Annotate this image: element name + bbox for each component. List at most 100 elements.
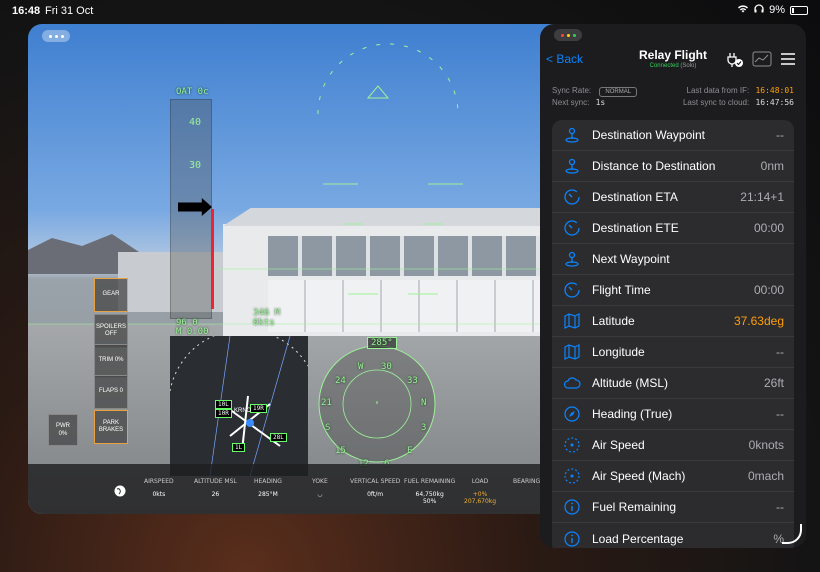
data-row-altitude-msl[interactable]: Altitude (MSL) 26ft [552, 368, 794, 399]
data-row-heading-true[interactable]: Heading (True) -- [552, 399, 794, 430]
data-row-flight-time[interactable]: Flight Time 00:00 [552, 275, 794, 306]
last-sync-row: Last sync to cloud: 16:47:56 [682, 98, 794, 107]
next-sync-row: Next sync: 1s [552, 98, 606, 107]
status-bar: 16:48 Fri 31 Oct 9% [0, 0, 820, 22]
compass-label: 24 [335, 376, 346, 386]
row-value: 0knots [748, 438, 784, 452]
sync-rate-badge[interactable]: NORMAL [599, 87, 638, 97]
yoke-readout: YOKE ◡ [312, 478, 328, 498]
data-list: Destination Waypoint -- Distance to Destin… [552, 120, 794, 548]
speed-tick: 40 [189, 117, 202, 128]
map-icon [552, 312, 592, 330]
data-row-air-speed[interactable]: Air Speed 0knots [552, 430, 794, 461]
sim-window[interactable]: OAT 0c 40 30 346 M 0kts 96 0 M 0.00 GEAR… [28, 24, 568, 514]
gear-button[interactable]: GEAR [94, 278, 128, 312]
compass-label: 15 [335, 446, 346, 456]
row-value: 00:00 [753, 283, 784, 297]
row-label: Flight Time [592, 283, 651, 297]
row-label: Next Waypoint [592, 252, 670, 266]
wifi-icon [737, 4, 749, 16]
battery-icon [790, 5, 808, 15]
timer-icon [552, 219, 592, 237]
globe-icon[interactable] [114, 484, 126, 502]
row-label: Heading (True) [592, 407, 673, 421]
relay-flight-panel: < Back Relay Flight Connected (Solo) Syn… [540, 24, 806, 548]
data-row-destination-eta[interactable]: Destination ETA 21:14+1 [552, 182, 794, 213]
data-row-destination-ete[interactable]: Destination ETE 00:00 [552, 213, 794, 244]
last-data-row: Last data from IF: 16:48:01 [686, 86, 794, 95]
altitude-readout: 346 M [253, 308, 281, 318]
fuel-remaining-readout: FUEL REMAINING 64,750kg 50% [404, 478, 456, 505]
row-value: 00:00 [753, 221, 784, 235]
info-icon [552, 530, 592, 548]
oat-readout: OAT 0c [176, 87, 209, 97]
row-label: Air Speed [592, 438, 645, 452]
flaps-button[interactable]: FLAPS 0 [94, 375, 128, 409]
heading-box: 285° [367, 337, 397, 349]
compass-label: S [325, 423, 331, 433]
compass-label: W [358, 362, 364, 372]
spoilers-button[interactable]: SPOILERS OFF [94, 314, 128, 348]
compass-label: N [421, 398, 427, 408]
data-row-air-speed-mach[interactable]: Air Speed (Mach) 0mach [552, 461, 794, 492]
data-row-load-percentage[interactable]: Load Percentage% [552, 523, 794, 548]
speed-tick: 30 [189, 160, 202, 171]
airport-label: KRNO [234, 408, 252, 414]
compass-label: 33 [407, 376, 418, 386]
cloud-icon [552, 374, 592, 392]
compass-label: 3 [421, 423, 427, 433]
info-icon [552, 498, 592, 516]
runway-label: 10L [215, 400, 232, 409]
row-value: -- [776, 345, 784, 359]
altitude-msl-readout: ALTITUDE MSL 26 [194, 478, 237, 498]
map-icon [552, 343, 592, 361]
runway-label: 19R [250, 404, 267, 413]
row-value: 37.63deg [733, 314, 784, 328]
row-value: 21:14+1 [740, 190, 784, 204]
moving-map[interactable]: 10L 19R 10R 28L 1L KRNO [170, 336, 308, 476]
menu-icon[interactable] [780, 52, 796, 71]
status-right: 9% [737, 4, 808, 16]
row-label: Destination ETE [592, 221, 679, 235]
data-row-destination-waypoint[interactable]: Destination Waypoint -- [552, 120, 794, 151]
connection-plug-icon[interactable] [726, 50, 744, 73]
waypoint-icon [552, 250, 592, 268]
status-date: Fri 31 Oct [45, 5, 94, 17]
row-label: Fuel Remaining [592, 500, 677, 514]
row-label: Altitude (MSL) [592, 376, 669, 390]
vertical-speed-readout: VERTICAL SPEED 0ft/m [350, 478, 401, 498]
power-button[interactable]: PWR 0% [48, 414, 78, 446]
groundspeed-readout: 0kts [253, 318, 275, 328]
compass-icon [552, 405, 592, 423]
data-row-latitude[interactable]: Latitude 37.63deg [552, 306, 794, 337]
speed-redline [211, 209, 214, 309]
timer-icon [552, 281, 592, 299]
row-label: Air Speed (Mach) [592, 469, 686, 483]
trim-button[interactable]: TRIM 0% [94, 344, 128, 378]
header-icons [726, 50, 796, 73]
headphones-icon [754, 4, 764, 16]
runway-label: 28L [270, 433, 287, 442]
row-label: Latitude [592, 314, 635, 328]
data-row-next-waypoint[interactable]: Next Waypoint [552, 244, 794, 275]
row-value: 0nm [760, 159, 784, 173]
row-value: -- [776, 407, 784, 421]
data-row-distance-to-destination[interactable]: Distance to Destination 0nm [552, 151, 794, 182]
waypoint-icon [552, 126, 592, 144]
yoke-icon: ◡ [317, 491, 323, 498]
battery-percent: 9% [769, 4, 785, 16]
data-row-longitude[interactable]: Longitude -- [552, 337, 794, 368]
window-menu-dots[interactable] [554, 29, 582, 41]
compass-label: E [407, 446, 413, 456]
instrument-bar: AIRSPEED 0kts ALTITUDE MSL 26 HEADING 285°M… [28, 464, 568, 514]
chart-window-icon[interactable] [752, 51, 772, 72]
runway-label: 10R [215, 409, 232, 418]
data-row-fuel-remaining[interactable]: Fuel Remaining -- [552, 492, 794, 523]
timer-icon [552, 188, 592, 206]
row-label: Load Percentage [592, 531, 684, 546]
park-brakes-button[interactable]: PARK BRAKES [94, 410, 128, 444]
gauge-icon [552, 436, 592, 454]
row-value: -- [776, 500, 784, 514]
gauge-icon [552, 467, 592, 485]
compass-label: 30 [381, 362, 392, 372]
